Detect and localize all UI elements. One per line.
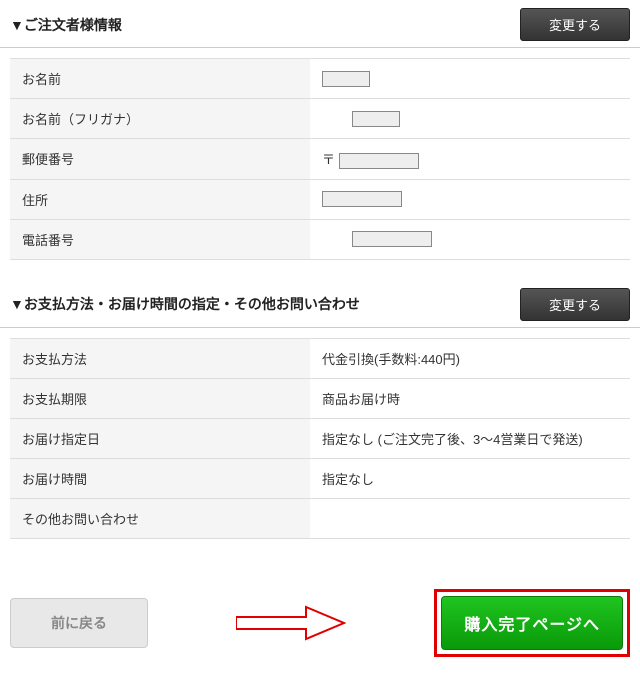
address-label: 住所 — [10, 179, 310, 219]
masked-field — [322, 191, 402, 207]
inquiry-label: その他お問い合わせ — [10, 498, 310, 538]
proceed-highlight: 購入完了ページへ — [434, 589, 630, 657]
table-row: 住所 — [10, 179, 630, 219]
payment-section-header: ▼お支払方法・お届け時間の指定・その他お問い合わせ 変更する — [0, 280, 640, 328]
payment-method-value: 代金引換(手数料:440円) — [310, 338, 630, 378]
table-row: お支払方法 代金引換(手数料:440円) — [10, 338, 630, 378]
inquiry-value — [310, 498, 630, 538]
table-row: お届け時間 指定なし — [10, 458, 630, 498]
orderer-section-title: ▼ご注文者様情報 — [10, 15, 122, 35]
table-row: お名前（フリガナ） — [10, 99, 630, 139]
furigana-label: お名前（フリガナ） — [10, 99, 310, 139]
orderer-section-header: ▼ご注文者様情報 変更する — [0, 0, 640, 48]
masked-field — [352, 111, 400, 127]
name-label: お名前 — [10, 59, 310, 99]
phone-value — [310, 219, 630, 259]
masked-field — [352, 231, 432, 247]
back-button[interactable]: 前に戻る — [10, 598, 148, 648]
table-row: 郵便番号 〒 — [10, 139, 630, 180]
delivery-time-value: 指定なし — [310, 458, 630, 498]
delivery-date-label: お届け指定日 — [10, 418, 310, 458]
payment-deadline-value: 商品お届け時 — [310, 378, 630, 418]
table-row: お支払期限 商品お届け時 — [10, 378, 630, 418]
delivery-date-value: 指定なし (ご注文完了後、3～4営業日で発送) — [310, 418, 630, 458]
address-value — [310, 179, 630, 219]
name-value — [310, 59, 630, 99]
payment-deadline-label: お支払期限 — [10, 378, 310, 418]
table-row: 電話番号 — [10, 219, 630, 259]
masked-field — [339, 153, 419, 169]
delivery-time-label: お届け時間 — [10, 458, 310, 498]
masked-field — [322, 71, 370, 87]
orderer-change-button[interactable]: 変更する — [520, 8, 630, 41]
table-row: お名前 — [10, 59, 630, 99]
orderer-info-table: お名前 お名前（フリガナ） 郵便番号 〒 住所 電話番号 — [10, 58, 630, 260]
proceed-button[interactable]: 購入完了ページへ — [441, 596, 623, 650]
postal-value: 〒 — [310, 139, 630, 180]
table-row: お届け指定日 指定なし (ご注文完了後、3～4営業日で発送) — [10, 418, 630, 458]
furigana-value — [310, 99, 630, 139]
table-row: その他お問い合わせ — [10, 498, 630, 538]
payment-section-title: ▼お支払方法・お届け時間の指定・その他お問い合わせ — [10, 294, 360, 314]
postal-label: 郵便番号 — [10, 139, 310, 180]
phone-label: 電話番号 — [10, 219, 310, 259]
arrow-right-icon — [236, 603, 346, 643]
payment-change-button[interactable]: 変更する — [520, 288, 630, 321]
payment-method-label: お支払方法 — [10, 338, 310, 378]
postal-prefix: 〒 — [322, 152, 335, 167]
payment-info-table: お支払方法 代金引換(手数料:440円) お支払期限 商品お届け時 お届け指定日… — [10, 338, 630, 539]
footer-actions: 前に戻る 購入完了ページへ — [0, 559, 640, 677]
